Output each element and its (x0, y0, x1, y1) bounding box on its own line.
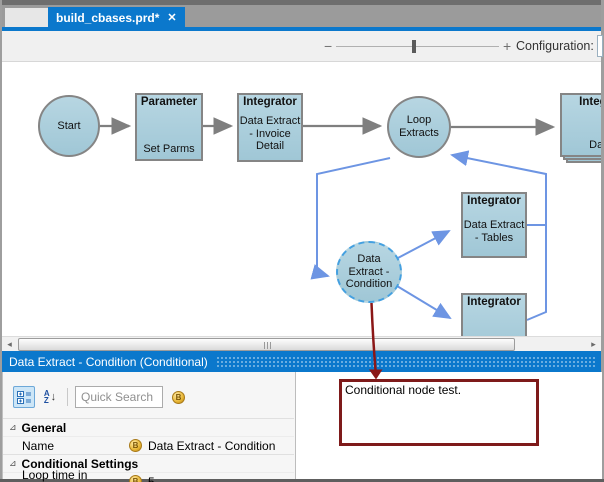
property-grid: ⊿ General Name B Data Extract - Conditio… (3, 418, 294, 482)
node-title: Integrator (562, 95, 601, 108)
zoom-in-button[interactable]: + (503, 38, 511, 54)
app-window: build_cbases.prd* ✕ − + Configuration: (0, 0, 604, 482)
node-integrator-stacked[interactable]: Integrator Data P (560, 93, 601, 157)
node-body: Set Parms (137, 108, 201, 159)
node-body (463, 308, 525, 336)
comment-pane: Conditional node test. (296, 372, 602, 479)
scroll-left-icon[interactable]: ◂ (2, 338, 17, 351)
tab-build-cbases[interactable]: build_cbases.prd* ✕ (48, 7, 185, 28)
node-title: Parameter (137, 95, 201, 108)
node-title: Integrator (463, 295, 525, 308)
connector-condition-tables[interactable] (396, 231, 449, 259)
node-title: Integrator (463, 194, 525, 207)
property-value[interactable]: 5 (148, 475, 155, 482)
alphabetical-sort-button[interactable]: AZ ↓ (39, 386, 61, 408)
tab-close-icon[interactable]: ✕ (167, 11, 176, 24)
property-panel-title: Data Extract - Condition (Conditional) (9, 355, 208, 369)
comment-box[interactable]: Conditional node test. (339, 379, 539, 446)
titlebar-dot-texture (216, 356, 597, 367)
property-label: Name (22, 439, 129, 453)
property-panel-titlebar: Data Extract - Condition (Conditional) (2, 351, 601, 372)
category-general[interactable]: ⊿ General (3, 418, 294, 436)
zoom-slider-track[interactable] (336, 46, 499, 47)
coin-icon: B (129, 475, 142, 482)
sort-arrow-icon: ↓ (51, 391, 57, 403)
node-body: Data P (562, 108, 601, 155)
node-loop-extracts[interactable]: Loop Extracts (387, 96, 451, 158)
categorized-view-button[interactable] (13, 386, 35, 408)
property-row-loop-time[interactable]: Loop time in minutes B 5 (3, 472, 294, 482)
node-integrator-tables[interactable]: Integrator Data Extract - Tables (461, 192, 527, 258)
scroll-right-icon[interactable]: ▸ (586, 338, 601, 351)
toolbar-separator (67, 388, 68, 406)
property-grid-pane: AZ ↓ B ⊿ General Name B Data Extract - C… (3, 372, 294, 479)
scrollbar-thumb[interactable] (18, 338, 515, 351)
node-integrator-bottom[interactable]: Integrator (461, 293, 527, 336)
coin-icon: B (172, 391, 185, 404)
configuration-label: Configuration: (516, 39, 594, 53)
diagram-canvas[interactable]: Start Parameter Set Parms Integrator Dat… (2, 62, 601, 336)
node-label: Start (57, 120, 80, 133)
node-start[interactable]: Start (38, 95, 100, 157)
canvas-toolbar: − + Configuration: (2, 31, 601, 62)
horizontal-scrollbar[interactable]: ◂ ▸ (2, 336, 601, 351)
node-integrator-invoice[interactable]: Integrator Data Extract - Invoice Detail (237, 93, 303, 162)
scrollbar-grip (267, 342, 268, 349)
az-sort-icon: AZ (44, 390, 50, 404)
tab-label: build_cbases.prd* (56, 11, 159, 25)
connector-condition-bottom[interactable] (397, 286, 450, 318)
categorized-icon (17, 390, 32, 405)
node-label: Loop Extracts (393, 114, 445, 139)
zoom-out-button[interactable]: − (324, 38, 332, 54)
property-label: Loop time in minutes (22, 468, 129, 482)
quick-search-input[interactable] (75, 386, 163, 408)
node-label: Data Extract - Condition (342, 253, 396, 291)
node-body: Data Extract - Tables (463, 207, 525, 256)
node-body: Data Extract - Invoice Detail (239, 108, 301, 160)
property-panel-body: AZ ↓ B ⊿ General Name B Data Extract - C… (2, 372, 601, 479)
node-data-extract-condition[interactable]: Data Extract - Condition (336, 241, 402, 303)
property-grid-toolbar: AZ ↓ B (13, 386, 185, 408)
property-row-name[interactable]: Name B Data Extract - Condition (3, 436, 294, 454)
node-title: Integrator (239, 95, 301, 108)
property-value[interactable]: Data Extract - Condition (148, 439, 275, 453)
coin-icon: B (129, 439, 142, 452)
zoom-slider-thumb[interactable] (412, 40, 416, 53)
tab-strip: build_cbases.prd* ✕ (2, 5, 601, 27)
configuration-combo[interactable] (597, 35, 603, 57)
expander-icon[interactable]: ⊿ (9, 458, 17, 469)
category-label: General (22, 421, 67, 435)
expander-icon[interactable]: ⊿ (9, 422, 17, 433)
node-parameter[interactable]: Parameter Set Parms (135, 93, 203, 161)
tab-strip-lead (5, 8, 48, 27)
